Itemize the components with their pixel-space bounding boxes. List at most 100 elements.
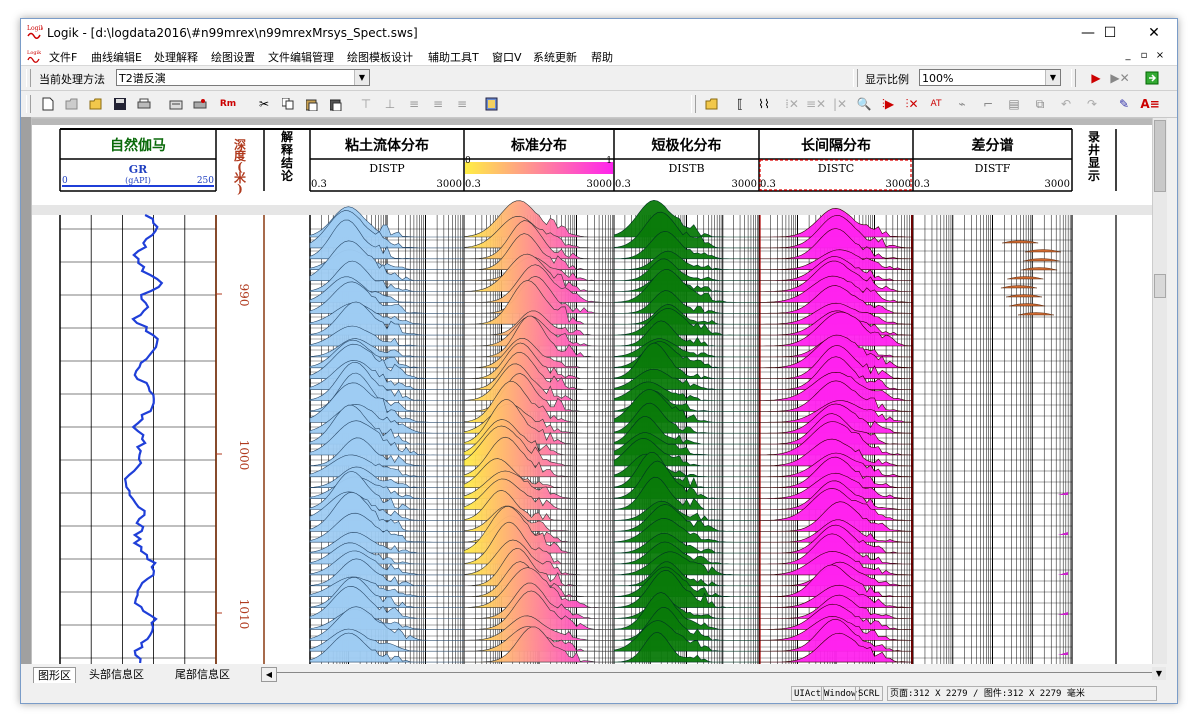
dista-scale-min: 0.3 xyxy=(465,179,481,190)
gr-scale-unit: (gAPI) xyxy=(125,176,151,185)
scale-select[interactable]: 100% ▼ xyxy=(919,69,1061,86)
status-window: Window xyxy=(821,686,860,701)
dista-color-min: 0 xyxy=(465,156,471,166)
distc-track-title: 长间隔分布 xyxy=(801,137,871,154)
align-center-button[interactable]: ≡ xyxy=(429,95,447,113)
undo-icon: ↶ xyxy=(1060,97,1072,111)
toolbar-grip[interactable] xyxy=(26,95,31,113)
paste-special-button[interactable] xyxy=(327,95,345,113)
text-format-button[interactable]: A≡ xyxy=(1140,95,1159,113)
menu-plot-settings[interactable]: 绘图设置 xyxy=(211,49,255,65)
curve-remove-button[interactable]: |✕ xyxy=(831,95,849,113)
distb-scale-max: 3000 xyxy=(732,179,757,190)
dista-color-max: 1 xyxy=(606,156,612,166)
menu-curve-edit[interactable]: 曲线编辑E xyxy=(91,49,142,65)
new-button[interactable] xyxy=(39,95,57,113)
tab-header-info[interactable]: 头部信息区 xyxy=(85,667,148,682)
align-left-button[interactable]: ≡ xyxy=(405,95,423,113)
curve-shift-button[interactable]: ⫶✕ xyxy=(903,95,921,113)
distc-curve-name: DISTC xyxy=(818,162,854,175)
wave-button[interactable]: ⌇⌇ xyxy=(755,95,773,113)
mdi-minimize-button[interactable]: _ xyxy=(1121,50,1135,61)
exit-button[interactable] xyxy=(1143,69,1161,87)
align-right-button[interactable]: ≡ xyxy=(453,95,471,113)
distp-track-title: 粘土流体分布 xyxy=(345,137,429,154)
align-top-icon: ⊤ xyxy=(360,97,372,111)
vertical-scrollbar[interactable] xyxy=(1152,118,1167,664)
menu-window[interactable]: 窗口V xyxy=(492,49,522,65)
copy-track-button[interactable]: ⧉ xyxy=(1031,95,1049,113)
open-gray-button[interactable] xyxy=(63,95,81,113)
copy-button[interactable] xyxy=(279,95,297,113)
bracket-button[interactable]: ⟦ xyxy=(731,95,749,113)
scroll-thumb-upper[interactable] xyxy=(1154,120,1166,192)
stop-button[interactable]: ▶✕ xyxy=(1110,69,1129,87)
print-button[interactable] xyxy=(135,95,153,113)
tab-scroll-left-button[interactable]: ◀ xyxy=(261,667,277,682)
redo-button[interactable]: ↷ xyxy=(1083,95,1101,113)
menu-template-design[interactable]: 绘图模板设计 xyxy=(347,49,413,65)
open-button[interactable] xyxy=(87,95,105,113)
gr-track-title: 自然伽马 xyxy=(110,137,166,154)
table-button[interactable]: ▤ xyxy=(1005,95,1023,113)
align-bottom-button[interactable]: ⊥ xyxy=(381,95,399,113)
gr-scale-max: 250 xyxy=(197,176,214,186)
curve-clear-button[interactable]: ≡✕ xyxy=(806,95,826,113)
menu-process[interactable]: 处理解释 xyxy=(154,49,198,65)
curve-edit-button[interactable]: ⌁ xyxy=(953,95,971,113)
tab-footer-info[interactable]: 尾部信息区 xyxy=(171,667,234,682)
open-curve-button[interactable] xyxy=(703,95,721,113)
toolbar-grip[interactable] xyxy=(691,95,696,113)
save-button[interactable] xyxy=(111,95,129,113)
menu-help[interactable]: 帮助 xyxy=(591,49,613,65)
print-setup-button[interactable] xyxy=(167,95,185,113)
log-plot-area[interactable]: 自然伽马 GR 0 (gAPI) 250 深度(米) 解释结论录井显示粘土流体分布 DISTP… xyxy=(31,118,1153,666)
paste-button[interactable] xyxy=(303,95,321,113)
tab-graphics[interactable]: 图形区 xyxy=(33,667,76,683)
depth-label: 1000 xyxy=(237,440,251,471)
menu-tools[interactable]: 辅助工具T xyxy=(428,49,479,65)
print-preview-icon xyxy=(169,100,183,110)
curve-move-button[interactable]: ⫶▶ xyxy=(879,95,897,113)
method-select[interactable]: T2谱反演 ▼ xyxy=(116,69,370,86)
curve-draw-button[interactable]: ⌐ xyxy=(979,95,997,113)
log-plot-canvas[interactable]: 自然伽马GR0 (gAPI) 250深度(米)解释结论录井显示粘土流体分布DISTP… xyxy=(32,119,1152,665)
print-export-button[interactable] xyxy=(191,95,209,113)
undo-button[interactable]: ↶ xyxy=(1057,95,1075,113)
mdi-close-button[interactable]: × xyxy=(1153,50,1167,61)
menu-file-manage[interactable]: 文件编辑管理 xyxy=(268,49,334,65)
cut-button[interactable]: ✂ xyxy=(255,95,273,113)
distf-track-title: 差分谱 xyxy=(972,137,1014,154)
chart-button[interactable]: ✎ xyxy=(1115,95,1133,113)
distc-scale-min: 0.3 xyxy=(760,179,776,190)
menu-file[interactable]: 文件F xyxy=(49,49,77,65)
close-button[interactable]: ✕ xyxy=(1133,19,1175,47)
align-top-button[interactable]: ⊤ xyxy=(357,95,375,113)
scroll-thumb[interactable] xyxy=(1154,274,1166,298)
bracket-icon: ⟦ xyxy=(737,97,743,111)
document-logo-icon: Logik xyxy=(27,50,41,63)
menu-update[interactable]: 系统更新 xyxy=(533,49,577,65)
wave-icon: ⌇⌇ xyxy=(758,97,770,111)
curve-delete-button[interactable]: ⁞✕ xyxy=(783,95,801,113)
rm-button[interactable]: Rm xyxy=(219,95,237,113)
at-button[interactable]: AT xyxy=(927,95,945,113)
remove-curve-icon: |✕ xyxy=(832,97,848,111)
zoom-button[interactable]: 🔍 xyxy=(855,95,873,113)
toolbar-grip[interactable] xyxy=(1071,69,1076,87)
book-button[interactable] xyxy=(483,95,501,113)
align-center-icon: ≡ xyxy=(432,97,444,111)
gr-scale-min: 0 xyxy=(62,176,68,186)
printer-icon xyxy=(137,98,151,109)
logging-header-char: 录 xyxy=(1088,130,1100,144)
scroll-down-button[interactable]: ▼ xyxy=(1152,667,1166,680)
toolbar-grip[interactable] xyxy=(853,69,858,87)
align-bottom-icon: ⊥ xyxy=(384,97,396,111)
maximize-button[interactable]: ☐ xyxy=(1089,19,1131,47)
mdi-restore-button[interactable]: ▫ xyxy=(1137,50,1151,61)
method-toolbar: 当前处理方法 T2谱反演 ▼ 显示比例 100% ▼ ▶ ▶✕ xyxy=(21,66,1177,91)
toolbar-grip[interactable] xyxy=(26,69,31,87)
interp-header-char: 论 xyxy=(281,168,294,183)
run-button[interactable]: ▶ xyxy=(1087,69,1105,87)
book-icon xyxy=(485,97,498,111)
